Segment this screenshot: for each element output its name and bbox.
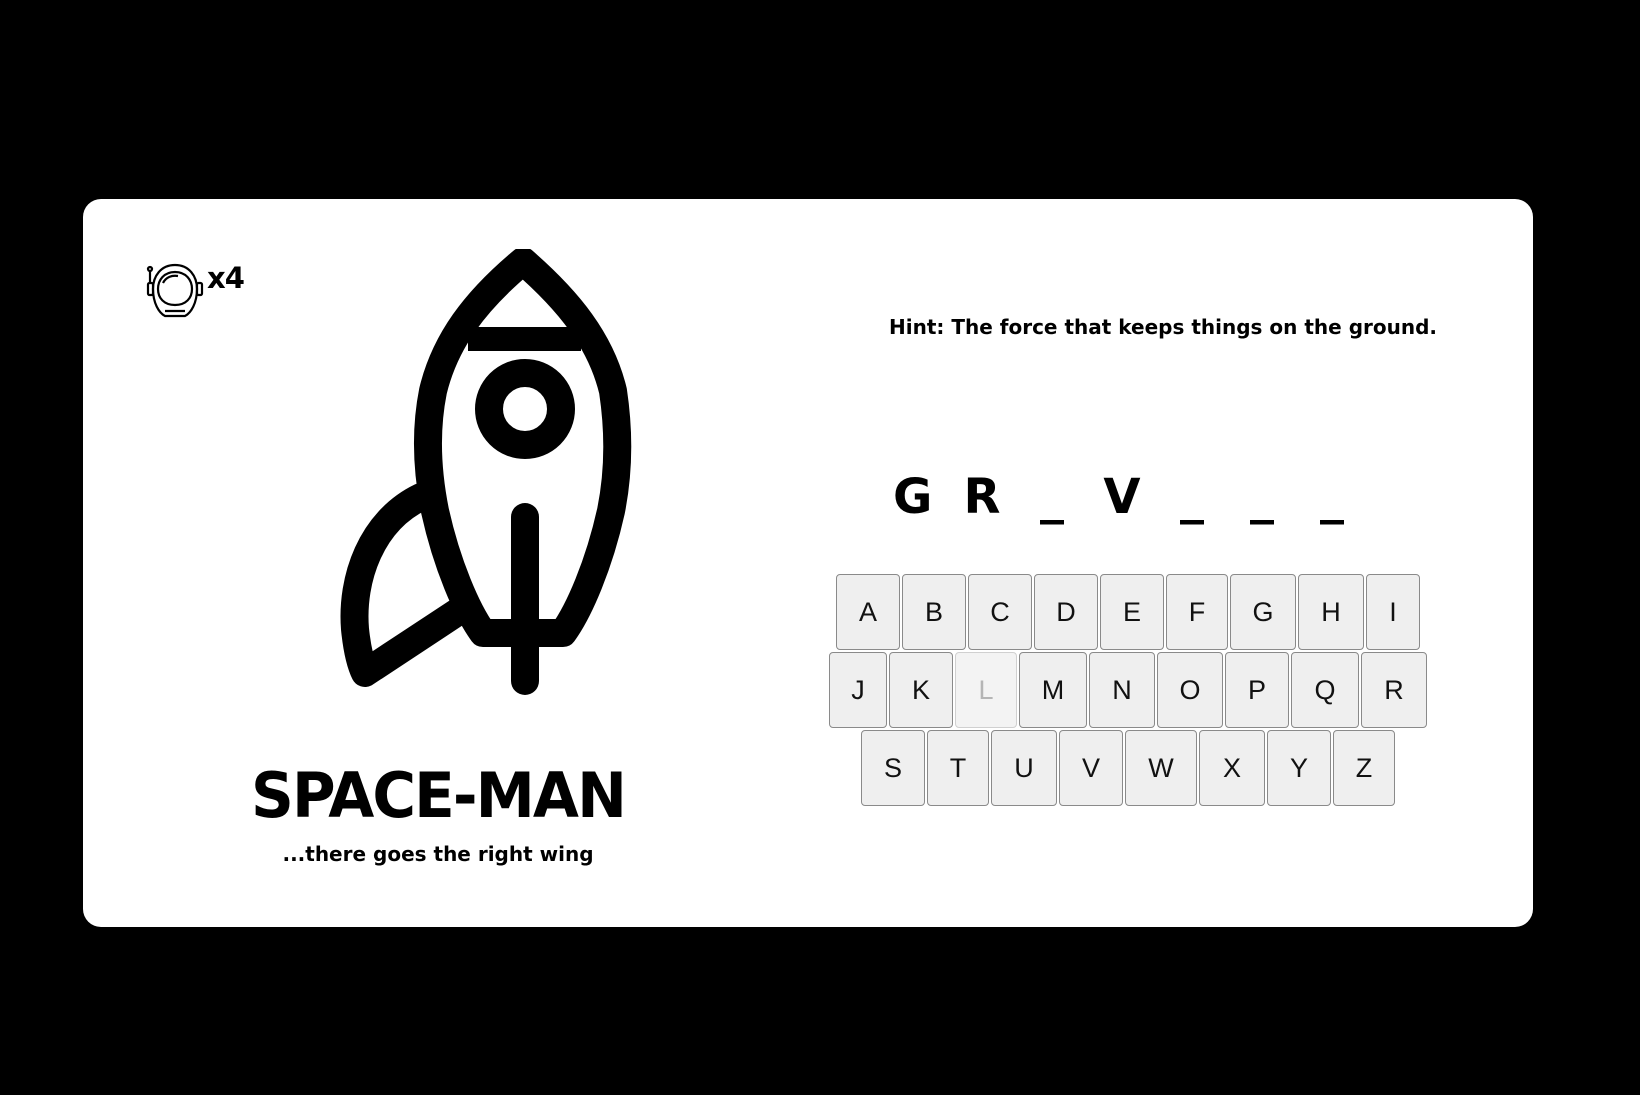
- key-o[interactable]: O: [1157, 652, 1223, 728]
- key-r[interactable]: R: [1361, 652, 1427, 728]
- key-t[interactable]: T: [927, 730, 989, 806]
- status-message: ...there goes the right wing: [282, 842, 594, 866]
- key-w[interactable]: W: [1125, 730, 1197, 806]
- game-card: x4 SPACE-MAN ...there goes the right win…: [83, 199, 1533, 927]
- word-display: G R _ V _ _ _: [893, 469, 1351, 525]
- key-n[interactable]: N: [1089, 652, 1155, 728]
- key-f[interactable]: F: [1166, 574, 1228, 650]
- key-x[interactable]: X: [1199, 730, 1265, 806]
- key-d[interactable]: D: [1034, 574, 1098, 650]
- key-g[interactable]: G: [1230, 574, 1296, 650]
- key-v[interactable]: V: [1059, 730, 1123, 806]
- key-h[interactable]: H: [1298, 574, 1364, 650]
- lives-count: x4: [207, 261, 245, 295]
- word-letter-slot: _: [1040, 469, 1064, 525]
- astronaut-helmet-icon: [146, 263, 204, 318]
- word-letter-slot: _: [1250, 469, 1274, 525]
- word-letter-slot: _: [1180, 469, 1204, 525]
- key-b[interactable]: B: [902, 574, 966, 650]
- key-p[interactable]: P: [1225, 652, 1289, 728]
- lives-counter: x4: [145, 261, 245, 321]
- key-z[interactable]: Z: [1333, 730, 1395, 806]
- word-letter-slot: V: [1103, 469, 1141, 525]
- key-l: L: [955, 652, 1017, 728]
- word-letter-slot: R: [963, 469, 1001, 525]
- keyboard-row: ABCDEFGHI: [823, 574, 1433, 650]
- key-k[interactable]: K: [889, 652, 953, 728]
- hint-text: Hint: The force that keeps things on the…: [889, 315, 1437, 339]
- letter-keyboard: ABCDEFGHIJKLMNOPQRSTUVWXYZ: [823, 574, 1433, 808]
- key-q[interactable]: Q: [1291, 652, 1359, 728]
- word-letter-slot: _: [1320, 469, 1344, 525]
- key-s[interactable]: S: [861, 730, 925, 806]
- key-i[interactable]: I: [1366, 574, 1420, 650]
- key-y[interactable]: Y: [1267, 730, 1331, 806]
- game-title: SPACE-MAN: [251, 759, 627, 832]
- rocket-icon: [340, 249, 632, 695]
- word-letter-slot: G: [893, 469, 933, 525]
- key-e[interactable]: E: [1100, 574, 1164, 650]
- key-c[interactable]: C: [968, 574, 1032, 650]
- key-u[interactable]: U: [991, 730, 1057, 806]
- key-m[interactable]: M: [1019, 652, 1087, 728]
- key-a[interactable]: A: [836, 574, 900, 650]
- keyboard-row: STUVWXYZ: [823, 730, 1433, 806]
- key-j[interactable]: J: [829, 652, 887, 728]
- keyboard-row: JKLMNOPQR: [823, 652, 1433, 728]
